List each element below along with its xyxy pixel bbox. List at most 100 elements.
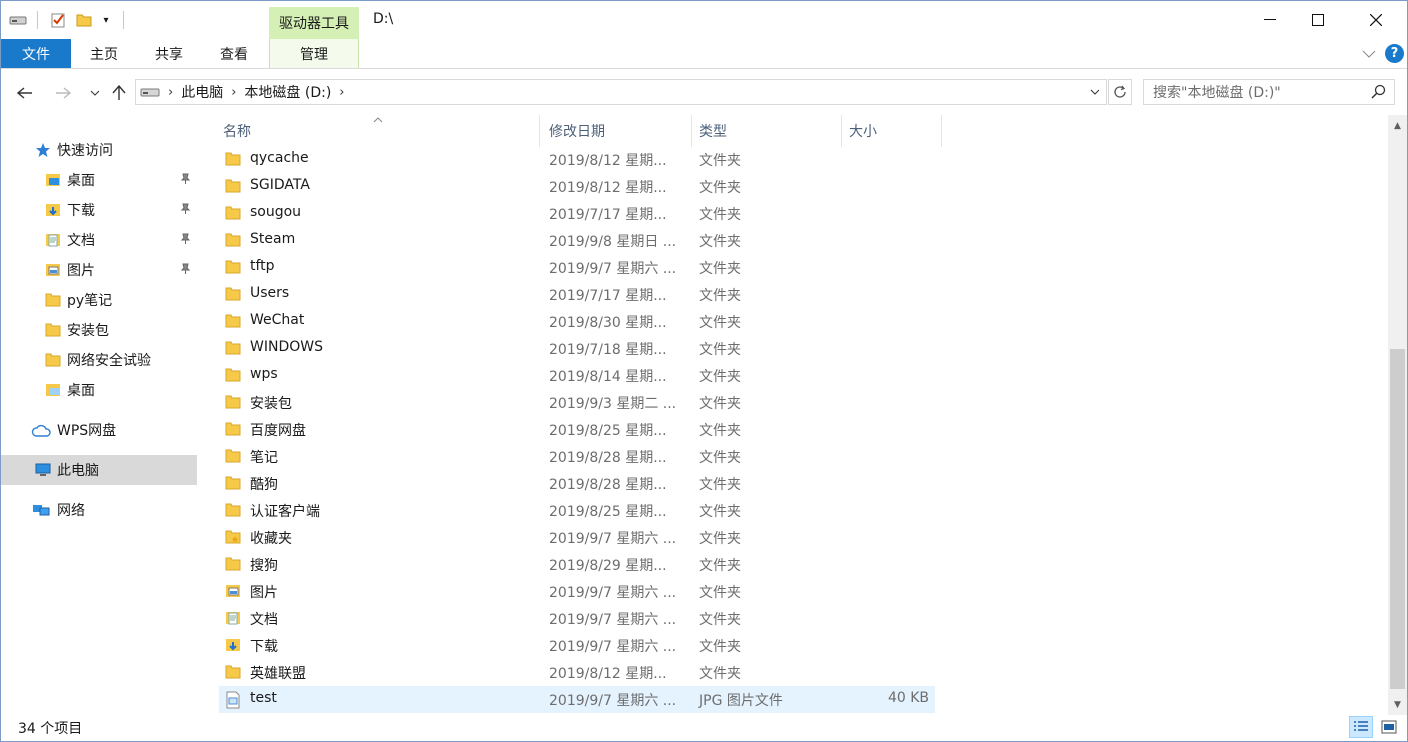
file-row[interactable]: wps 2019/8/14 星期... 文件夹 xyxy=(219,362,935,389)
nav-item-network[interactable]: 网络 xyxy=(1,495,197,525)
folder-icon xyxy=(225,394,241,410)
pin-icon[interactable] xyxy=(179,263,191,279)
nav-item-downloads[interactable]: 下载 xyxy=(1,195,197,225)
pin-icon[interactable] xyxy=(179,173,191,189)
file-row[interactable]: 收藏夹 2019/9/7 星期六 ... 文件夹 xyxy=(219,524,935,551)
search-input[interactable]: 搜索"本地磁盘 (D:)" xyxy=(1143,79,1395,105)
file-row[interactable]: 图片 2019/9/7 星期六 ... 文件夹 xyxy=(219,578,935,605)
file-type: 文件夹 xyxy=(699,504,741,520)
file-row[interactable]: 百度网盘 2019/8/25 星期... 文件夹 xyxy=(219,416,935,443)
file-type: 文件夹 xyxy=(699,234,741,250)
file-row[interactable]: 下载 2019/9/7 星期六 ... 文件夹 xyxy=(219,632,935,659)
file-name: 酷狗 xyxy=(250,477,278,493)
file-type: 文件夹 xyxy=(699,396,741,412)
tab-share[interactable]: 共享 xyxy=(137,39,201,68)
tab-home[interactable]: 主页 xyxy=(71,39,137,68)
details-view-button[interactable] xyxy=(1349,716,1373,738)
forward-button[interactable] xyxy=(51,81,75,105)
file-row[interactable]: Steam 2019/9/8 星期日 ... 文件夹 xyxy=(219,227,935,254)
file-row[interactable]: qycache 2019/8/12 星期... 文件夹 xyxy=(219,146,935,173)
documents-folder-icon xyxy=(225,610,241,626)
nav-item-py-notes[interactable]: py笔记 xyxy=(1,285,197,315)
file-row[interactable]: WeChat 2019/8/30 星期... 文件夹 xyxy=(219,308,935,335)
address-bar[interactable]: › 此电脑 › 本地磁盘 (D:) › xyxy=(135,79,1107,105)
file-row[interactable]: 英雄联盟 2019/8/12 星期... 文件夹 xyxy=(219,659,935,686)
file-row[interactable]: sougou 2019/7/17 星期... 文件夹 xyxy=(219,200,935,227)
maximize-button[interactable] xyxy=(1295,1,1341,39)
up-button[interactable] xyxy=(107,81,131,105)
minimize-button[interactable] xyxy=(1247,1,1293,39)
breadcrumb-local-disk-d[interactable]: 本地磁盘 (D:) xyxy=(244,82,331,102)
address-history-dropdown[interactable] xyxy=(1084,80,1106,104)
scroll-up-arrow-icon[interactable]: ▲ xyxy=(1388,117,1407,134)
close-button[interactable] xyxy=(1353,1,1399,39)
file-name: test xyxy=(250,690,277,706)
network-icon xyxy=(31,502,51,518)
breadcrumb-separator-icon[interactable]: › xyxy=(339,85,344,100)
file-name: Users xyxy=(250,285,290,301)
tab-manage[interactable]: 管理 xyxy=(269,39,359,68)
file-type: JPG 图片文件 xyxy=(699,693,783,709)
new-folder-icon[interactable] xyxy=(75,11,93,29)
nav-item-desktop-2[interactable]: 桌面 xyxy=(1,375,197,405)
nav-item-installers[interactable]: 安装包 xyxy=(1,315,197,345)
column-header-size[interactable]: 大小 xyxy=(841,115,941,147)
file-row[interactable]: 酷狗 2019/8/28 星期... 文件夹 xyxy=(219,470,935,497)
file-name: sougou xyxy=(250,204,302,220)
column-header-date[interactable]: 修改日期 xyxy=(541,115,691,147)
file-row[interactable]: 认证客户端 2019/8/25 星期... 文件夹 xyxy=(219,497,935,524)
expand-ribbon-icon[interactable] xyxy=(1359,44,1379,64)
search-icon[interactable] xyxy=(1370,84,1386,104)
column-header-type[interactable]: 类型 xyxy=(691,115,841,147)
computer-icon xyxy=(35,462,51,478)
refresh-button[interactable] xyxy=(1108,79,1132,105)
file-type: 文件夹 xyxy=(699,369,741,385)
file-row[interactable]: 搜狗 2019/8/29 星期... 文件夹 xyxy=(219,551,935,578)
desktop-folder-icon xyxy=(45,382,61,398)
favorites-folder-icon xyxy=(225,529,241,545)
folder-icon xyxy=(45,292,61,308)
file-date: 2019/8/14 星期... xyxy=(549,369,667,385)
folder-icon xyxy=(225,151,241,167)
scrollbar-thumb[interactable] xyxy=(1390,349,1405,689)
nav-item-pictures[interactable]: 图片 xyxy=(1,255,197,285)
recent-locations-dropdown[interactable] xyxy=(83,81,107,105)
nav-item-this-pc[interactable]: 此电脑 xyxy=(1,455,197,485)
customize-toolbar-icon[interactable]: ▾ xyxy=(97,11,115,29)
nav-item-desktop[interactable]: 桌面 xyxy=(1,165,197,195)
tab-view[interactable]: 查看 xyxy=(201,39,267,68)
properties-icon[interactable] xyxy=(49,11,67,29)
breadcrumb-separator-icon[interactable]: › xyxy=(231,85,236,100)
scroll-down-arrow-icon[interactable]: ▼ xyxy=(1388,696,1407,713)
nav-item-documents[interactable]: 文档 xyxy=(1,225,197,255)
pin-icon[interactable] xyxy=(179,233,191,249)
nav-item-wps-cloud[interactable]: WPS网盘 xyxy=(1,415,197,445)
back-button[interactable] xyxy=(13,81,37,105)
file-row[interactable]: 文档 2019/9/7 星期六 ... 文件夹 xyxy=(219,605,935,632)
large-icons-view-button[interactable] xyxy=(1377,716,1401,738)
pin-icon[interactable] xyxy=(179,203,191,219)
nav-item-quick-access[interactable]: 快速访问 xyxy=(1,135,197,165)
tab-file[interactable]: 文件 xyxy=(1,39,71,68)
title-bar: ▾ 驱动器工具 D:\ xyxy=(1,1,1407,39)
file-row[interactable]: Users 2019/7/17 星期... 文件夹 xyxy=(219,281,935,308)
help-icon[interactable]: ? xyxy=(1385,44,1404,63)
file-type: 文件夹 xyxy=(699,261,741,277)
file-row[interactable]: tftp 2019/9/7 星期六 ... 文件夹 xyxy=(219,254,935,281)
breadcrumb-this-pc[interactable]: 此电脑 xyxy=(181,82,223,102)
column-header-name[interactable]: 名称 xyxy=(215,115,539,147)
file-row[interactable]: 安装包 2019/9/3 星期二 ... 文件夹 xyxy=(219,389,935,416)
file-name: SGIDATA xyxy=(250,177,310,193)
file-row[interactable]: 笔记 2019/8/28 星期... 文件夹 xyxy=(219,443,935,470)
vertical-scrollbar[interactable]: ▲ ▼ xyxy=(1388,115,1407,715)
file-type: 文件夹 xyxy=(699,450,741,466)
breadcrumb-separator-icon[interactable]: › xyxy=(168,85,173,100)
navigation-bar: › 此电脑 › 本地磁盘 (D:) › 搜索"本地磁盘 (D:)" xyxy=(1,69,1407,115)
file-row[interactable]: SGIDATA 2019/8/12 星期... 文件夹 xyxy=(219,173,935,200)
file-row[interactable]: test 2019/9/7 星期六 ... JPG 图片文件 40 KB xyxy=(219,686,935,713)
search-placeholder: 搜索"本地磁盘 (D:)" xyxy=(1153,85,1281,101)
file-date: 2019/8/28 星期... xyxy=(549,477,667,493)
nav-item-network-security-lab[interactable]: 网络安全试验 xyxy=(1,345,197,375)
file-row[interactable]: WINDOWS 2019/7/18 星期... 文件夹 xyxy=(219,335,935,362)
file-date: 2019/8/28 星期... xyxy=(549,450,667,466)
